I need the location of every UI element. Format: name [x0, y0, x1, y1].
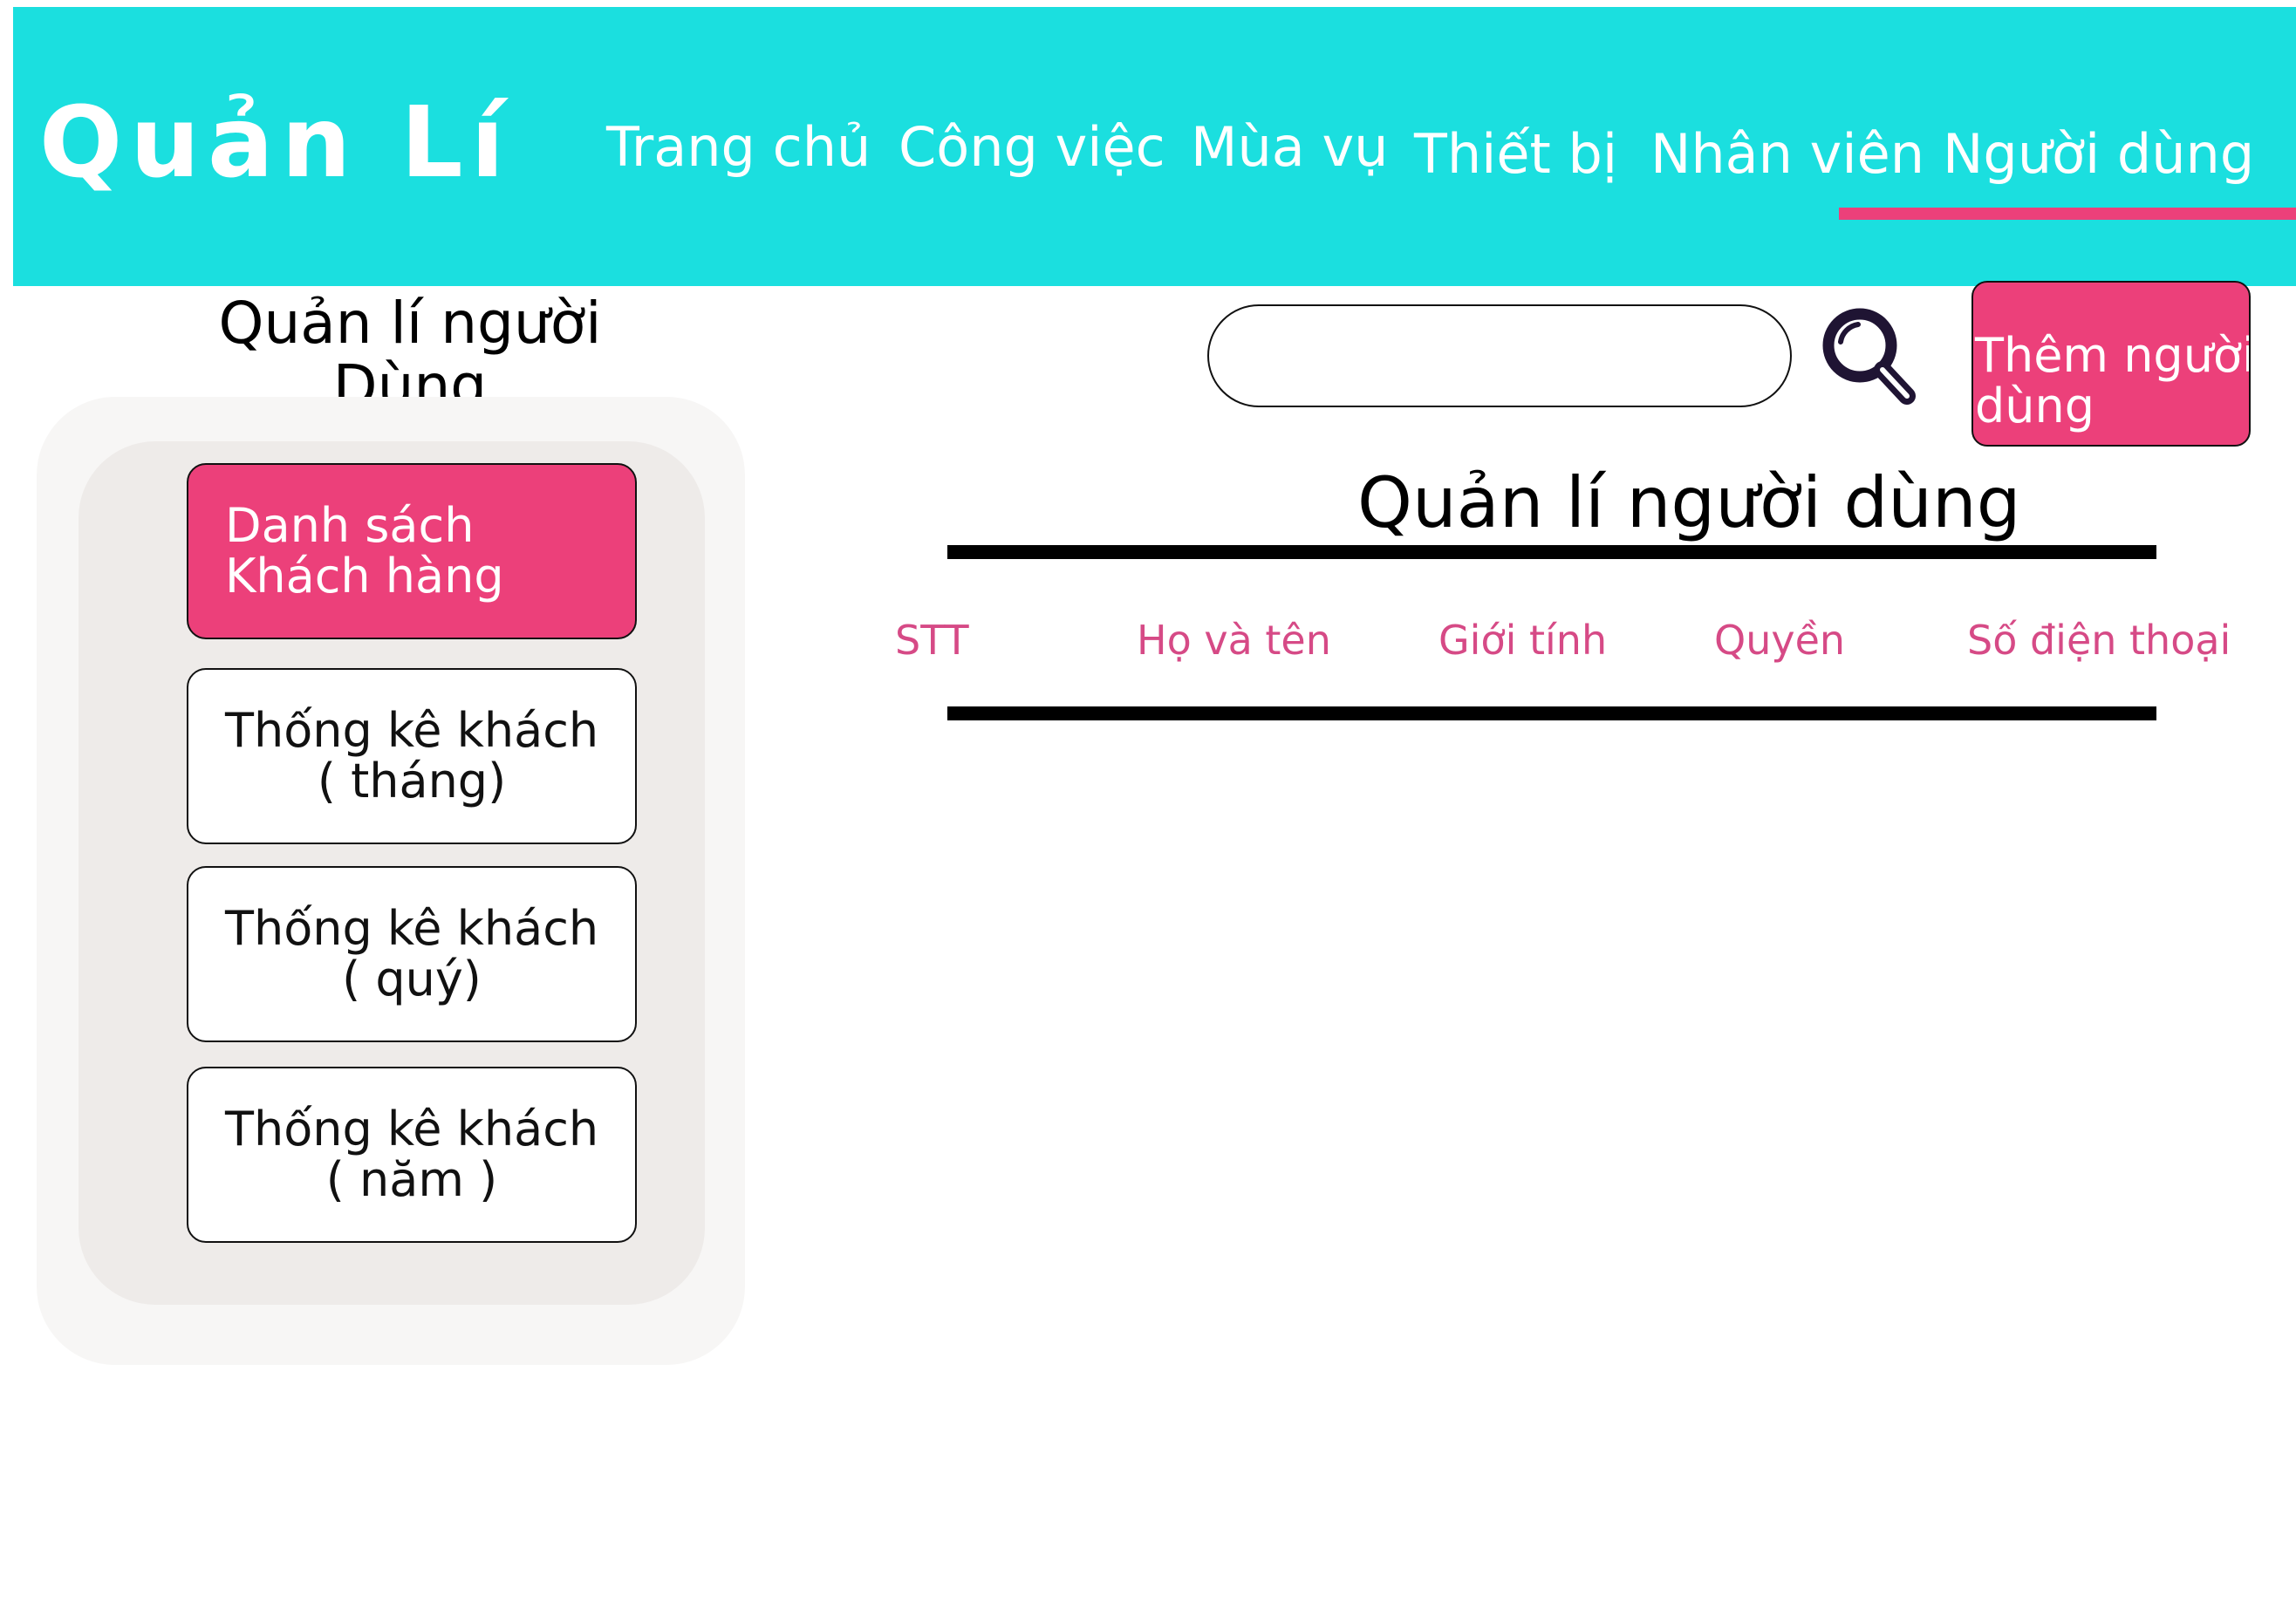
sidebar-item-sublabel: ( quý)	[342, 952, 482, 1006]
top-header: Quản Lí Trang chủ Công việc Mùa vụ Thiết…	[13, 7, 2296, 286]
nav-item-nguoi-dung[interactable]: Người dùng	[1943, 127, 2254, 181]
add-user-button-line2: dùng	[1975, 379, 2095, 433]
sidebar-item-thong-ke-nam[interactable]: Thống kê khách ( năm )	[187, 1067, 637, 1243]
nav-item-thiet-bi[interactable]: Thiết bị	[1414, 127, 1617, 181]
column-header-gioi-tinh: Giới tính	[1438, 617, 1608, 664]
column-header-stt: STT	[895, 617, 969, 664]
sidebar-title-line1: Quản lí người	[218, 290, 602, 357]
sidebar-item-sublabel: ( năm )	[325, 1152, 498, 1207]
nav-item-trang-chu[interactable]: Trang chủ	[606, 120, 871, 174]
brand-title: Quản Lí	[39, 86, 513, 200]
table-header-rule	[947, 706, 2156, 720]
sidebar-item-label: Thống kê khách	[225, 901, 599, 956]
active-nav-underline	[1839, 208, 2296, 220]
column-header-so-dien-thoai: Số điện thoại	[1967, 617, 2231, 664]
search-input[interactable]	[1207, 304, 1792, 407]
column-header-ho-va-ten: Họ và tên	[1137, 617, 1331, 664]
column-header-quyen: Quyền	[1714, 617, 1846, 664]
search-icon[interactable]	[1816, 304, 1921, 408]
sidebar-item-thong-ke-thang[interactable]: Thống kê khách ( tháng)	[187, 668, 637, 844]
nav-item-cong-viec[interactable]: Công việc	[899, 120, 1165, 174]
sidebar-item-label: Danh sách	[225, 498, 475, 553]
sidebar-item-danh-sach-khach-hang[interactable]: Danh sách Khách hàng	[187, 463, 637, 639]
nav-item-mua-vu[interactable]: Mùa vụ	[1191, 120, 1388, 174]
app-root: Quản Lí Trang chủ Công việc Mùa vụ Thiết…	[0, 0, 2296, 1617]
sidebar-item-thong-ke-quy[interactable]: Thống kê khách ( quý)	[187, 866, 637, 1042]
nav-item-nhan-vien[interactable]: Nhân viên	[1650, 127, 1924, 181]
add-user-button[interactable]: Thêm người dùng	[1971, 281, 2251, 447]
table-top-rule	[947, 545, 2156, 559]
add-user-button-line1: Thêm người	[1975, 328, 2251, 383]
sidebar-item-sublabel: ( tháng)	[317, 754, 507, 808]
page-title: Quản lí người dùng	[1357, 462, 2021, 543]
sidebar-item-label: Thống kê khách	[225, 1102, 599, 1156]
sidebar-item-sublabel: Khách hàng	[225, 549, 504, 604]
sidebar-item-label: Thống kê khách	[225, 703, 599, 758]
